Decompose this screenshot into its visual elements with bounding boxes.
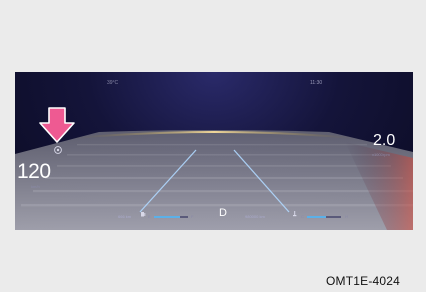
instrument-cluster: 39°C 11:30 120 km/h 2.0 x1000rpm D 666 k… — [15, 72, 413, 230]
coolant-gauge-bar — [307, 216, 341, 218]
fuel-gauge-fill — [154, 216, 180, 218]
figure-code: OMT1E-4024 — [326, 274, 401, 288]
odometer: 980000 km — [245, 214, 265, 219]
fuel-empty-label: E — [148, 214, 151, 219]
coolant-cold-label: C — [301, 214, 304, 219]
speed-unit: km/h — [31, 184, 40, 189]
speed-value: 120 — [17, 160, 51, 183]
fuel-gauge-bar — [154, 216, 188, 218]
coolant-hot-label: H — [345, 214, 348, 219]
clock-display: 11:30 — [310, 80, 323, 86]
tachometer-unit: x1000rpm — [372, 152, 390, 157]
gear-indicator: D — [219, 207, 227, 219]
fuel-range: 666 km — [118, 214, 132, 219]
road-graphic — [15, 130, 413, 230]
fuel-full-label: F — [191, 214, 194, 219]
pink-down-arrow-icon — [39, 107, 75, 143]
coolant-gauge-fill — [307, 216, 326, 218]
outside-temperature: 39°C — [107, 80, 119, 86]
tachometer-value: 2.0 — [373, 132, 396, 149]
